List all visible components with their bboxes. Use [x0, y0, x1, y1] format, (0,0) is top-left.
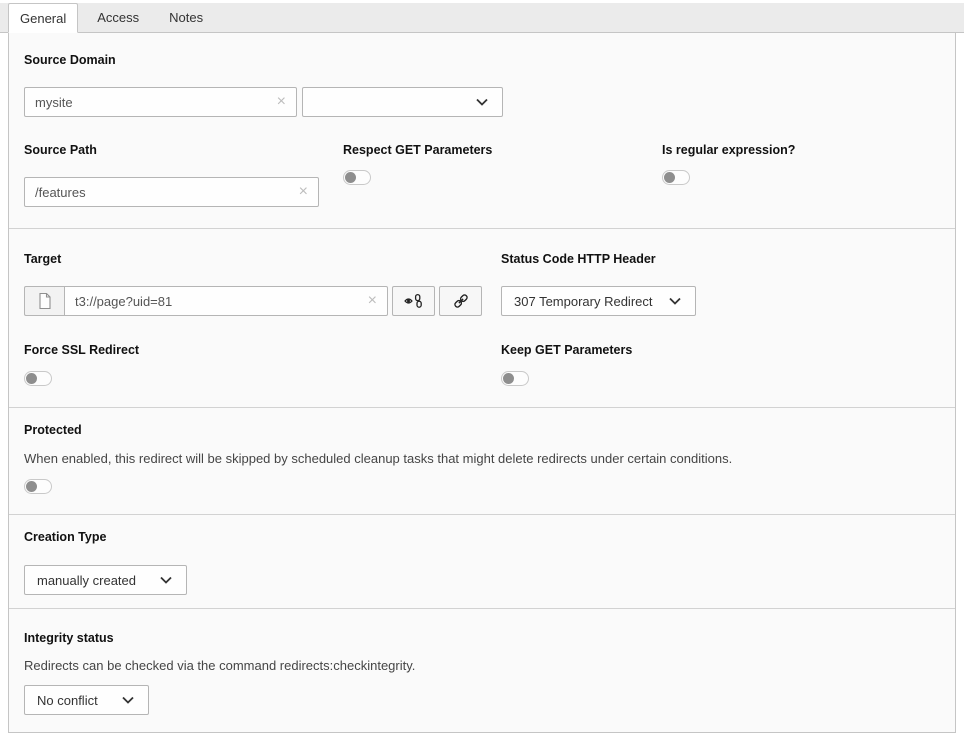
force-ssl-group: Force SSL Redirect [24, 343, 501, 386]
tab-notes[interactable]: Notes [158, 3, 214, 32]
chevron-down-icon [667, 293, 683, 309]
creation-type-select[interactable]: manually created [24, 565, 187, 595]
is-regular-expression-label: Is regular expression? [662, 143, 940, 158]
tab-content-panel: Source Domain × Source Path [8, 33, 956, 733]
redirect-edit-form: General Access Notes Source Domain × [0, 0, 964, 734]
tab-access[interactable]: Access [86, 3, 150, 32]
status-code-group: Status Code HTTP Header 307 Temporary Re… [501, 252, 940, 316]
protected-toggle[interactable] [24, 479, 52, 494]
integrity-status-label: Integrity status [24, 631, 940, 646]
section-source: Source Domain × Source Path [9, 33, 955, 228]
protected-label: Protected [24, 423, 940, 438]
protected-description: When enabled, this redirect will be skip… [24, 451, 940, 466]
keep-get-parameters-label: Keep GET Parameters [501, 343, 940, 358]
respect-get-parameters-label: Respect GET Parameters [343, 143, 662, 158]
source-path-input[interactable] [25, 178, 295, 206]
is-regular-expression-toggle[interactable] [662, 170, 690, 185]
force-ssl-toggle[interactable] [24, 371, 52, 386]
force-ssl-label: Force SSL Redirect [24, 343, 501, 358]
keep-get-parameters-group: Keep GET Parameters [501, 343, 940, 386]
integrity-status-description: Redirects can be checked via the command… [24, 658, 940, 673]
respect-get-parameters-group: Respect GET Parameters [343, 143, 662, 207]
status-code-label: Status Code HTTP Header [501, 252, 940, 267]
chevron-down-icon [120, 692, 136, 708]
chevron-down-icon [474, 94, 490, 110]
source-domain-select[interactable] [302, 87, 503, 117]
eye-link-icon [404, 292, 423, 310]
section-integrity-status: Integrity status Redirects can be checke… [9, 608, 955, 732]
preview-link-button[interactable] [392, 286, 435, 316]
creation-type-select-value: manually created [37, 573, 136, 588]
keep-get-parameters-toggle[interactable] [501, 371, 529, 386]
link-browser-button[interactable] [439, 286, 482, 316]
source-path-field: × [24, 177, 319, 207]
link-icon [452, 292, 470, 310]
target-type-prefix [24, 286, 64, 316]
target-input[interactable] [65, 287, 364, 315]
section-target: Target × [9, 228, 955, 407]
target-label: Target [24, 252, 501, 267]
creation-type-label: Creation Type [24, 530, 940, 545]
is-regular-expression-group: Is regular expression? [662, 143, 940, 207]
page-document-icon [37, 292, 53, 310]
target-field: × [64, 286, 388, 316]
source-domain-input[interactable] [25, 88, 273, 116]
clear-icon[interactable]: × [364, 293, 387, 309]
integrity-status-select[interactable]: No conflict [24, 685, 149, 715]
target-field-group: Target × [24, 252, 501, 316]
source-path-label: Source Path [24, 143, 343, 158]
respect-get-parameters-toggle[interactable] [343, 170, 371, 185]
section-creation-type: Creation Type manually created [9, 514, 955, 608]
status-code-select[interactable]: 307 Temporary Redirect [501, 286, 696, 316]
status-code-select-value: 307 Temporary Redirect [514, 294, 653, 309]
tab-general[interactable]: General [8, 3, 78, 33]
clear-icon[interactable]: × [273, 94, 296, 110]
source-domain-label: Source Domain [24, 53, 940, 68]
chevron-down-icon [158, 572, 174, 588]
integrity-status-select-value: No conflict [37, 693, 98, 708]
tab-bar: General Access Notes [0, 3, 964, 33]
section-protected: Protected When enabled, this redirect wi… [9, 407, 955, 514]
clear-icon[interactable]: × [295, 184, 318, 200]
source-domain-field: × [24, 87, 297, 117]
source-path-field-group: Source Path × [24, 143, 343, 207]
